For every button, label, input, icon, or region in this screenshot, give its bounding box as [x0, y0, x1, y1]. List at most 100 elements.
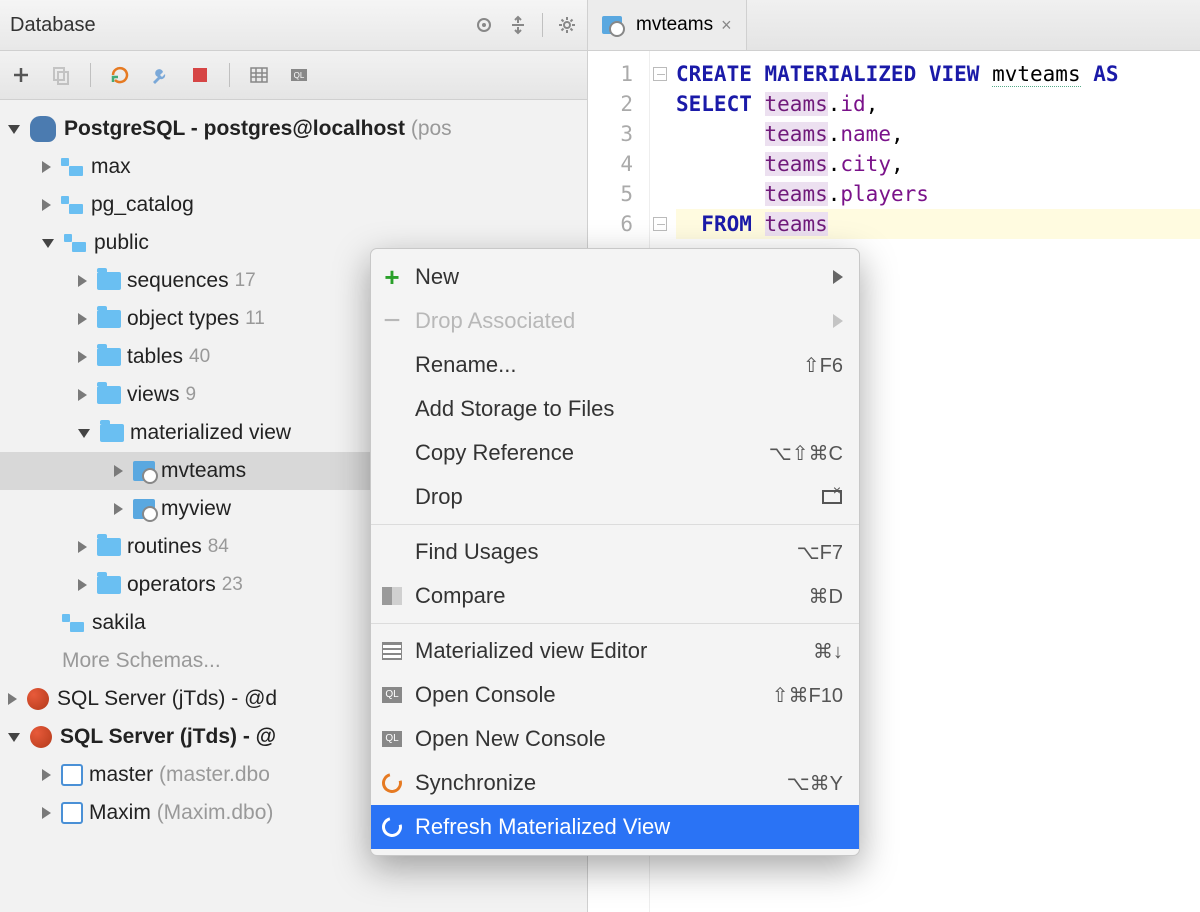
expand-arrow-icon[interactable] — [42, 807, 51, 819]
plus-icon: + — [381, 266, 403, 288]
menu-mv-editor[interactable]: Materialized view Editor ⌘↓ — [371, 629, 859, 673]
separator — [90, 63, 91, 87]
menu-copy-reference[interactable]: Copy Reference ⌥⇧⌘C — [371, 431, 859, 475]
node-suffix: (Maxim.dbo) — [157, 801, 274, 825]
node-label: master — [89, 763, 153, 787]
node-count: 23 — [222, 574, 243, 596]
context-menu: + New − Drop Associated Rename... ⇧F6 Ad… — [370, 248, 860, 856]
menu-open-new-console[interactable]: QL Open New Console — [371, 717, 859, 761]
refresh-icon — [381, 772, 403, 794]
schema-icon — [62, 614, 86, 632]
tab-label: mvteams — [636, 14, 713, 36]
tree-node-postgres[interactable]: PostgreSQL - postgres@localhost (pos — [0, 110, 587, 148]
menu-add-storage[interactable]: Add Storage to Files — [371, 387, 859, 431]
matview-icon — [133, 461, 155, 481]
shortcut: ⇧⌘F10 — [772, 683, 843, 708]
folder-icon — [97, 272, 121, 290]
sqlserver-icon — [30, 726, 52, 748]
schema-icon — [64, 234, 88, 252]
expand-arrow-icon[interactable] — [78, 351, 87, 363]
node-label: operators — [127, 573, 216, 597]
expand-arrow-icon[interactable] — [78, 275, 87, 287]
copy-icon[interactable] — [50, 64, 72, 86]
target-icon[interactable] — [474, 15, 494, 35]
expand-arrow-icon[interactable] — [78, 579, 87, 591]
expand-arrow-icon[interactable] — [78, 541, 87, 553]
expand-arrow-icon[interactable] — [78, 429, 90, 438]
stop-icon[interactable] — [189, 64, 211, 86]
node-count: 17 — [235, 270, 256, 292]
expand-arrow-icon[interactable] — [42, 161, 51, 173]
menu-new[interactable]: + New — [371, 255, 859, 299]
refresh-icon[interactable] — [109, 64, 131, 86]
menu-drop[interactable]: Drop — [371, 475, 859, 519]
node-label: pg_catalog — [91, 193, 194, 217]
tree-node-max[interactable]: max — [0, 148, 587, 186]
menu-rename[interactable]: Rename... ⇧F6 — [371, 343, 859, 387]
node-label: SQL Server (jTds) - @d — [57, 687, 277, 711]
shortcut: ⌘D — [809, 584, 843, 609]
menu-compare[interactable]: Compare ⌘D — [371, 574, 859, 618]
tab-mvteams[interactable]: mvteams × — [588, 0, 747, 50]
expand-arrow-icon[interactable] — [42, 239, 54, 248]
fold-icon[interactable] — [653, 217, 667, 231]
node-label: Maxim — [89, 801, 151, 825]
fold-icon[interactable] — [653, 67, 667, 81]
expand-arrow-icon[interactable] — [8, 693, 17, 705]
gear-icon[interactable] — [557, 15, 577, 35]
expand-arrow-icon[interactable] — [78, 389, 87, 401]
shortcut: ⌥⇧⌘C — [769, 441, 843, 466]
node-label: tables — [127, 345, 183, 369]
node-label: object types — [127, 307, 239, 331]
folder-icon — [97, 576, 121, 594]
sqlserver-icon — [27, 688, 49, 710]
shortcut: ⇧F6 — [803, 353, 843, 378]
submenu-arrow-icon — [833, 314, 843, 328]
toolbar: QL — [0, 51, 587, 100]
schema-icon — [61, 158, 85, 176]
expand-arrow-icon[interactable] — [8, 733, 20, 742]
close-icon[interactable]: × — [721, 15, 732, 36]
node-label: routines — [127, 535, 202, 559]
folder-icon — [97, 386, 121, 404]
separator — [542, 13, 543, 37]
sql-icon[interactable]: QL — [288, 64, 310, 86]
folder-icon — [100, 424, 124, 442]
menu-synchronize[interactable]: Synchronize ⌥⌘Y — [371, 761, 859, 805]
menu-find-usages[interactable]: Find Usages ⌥F7 — [371, 530, 859, 574]
node-label: PostgreSQL - postgres@localhost — [64, 117, 405, 141]
table-icon[interactable] — [248, 64, 270, 86]
menu-separator — [371, 623, 859, 624]
compare-icon — [381, 585, 403, 607]
postgresql-icon — [30, 116, 56, 142]
node-label: sakila — [92, 611, 146, 635]
expand-arrow-icon[interactable] — [78, 313, 87, 325]
add-icon[interactable] — [10, 64, 32, 86]
expand-arrow-icon[interactable] — [42, 769, 51, 781]
expand-arrow-icon[interactable] — [114, 503, 123, 515]
tree-node-pgcatalog[interactable]: pg_catalog — [0, 186, 587, 224]
panel-title: Database — [10, 14, 96, 37]
expand-arrow-icon[interactable] — [114, 465, 123, 477]
node-label: max — [91, 155, 131, 179]
expand-arrow-icon[interactable] — [8, 125, 20, 134]
folder-icon — [97, 310, 121, 328]
matview-icon — [602, 16, 622, 34]
expand-arrow-icon[interactable] — [42, 199, 51, 211]
refresh-icon — [381, 816, 403, 838]
menu-open-console[interactable]: QL Open Console ⇧⌘F10 — [371, 673, 859, 717]
database-icon — [61, 764, 83, 786]
folder-icon — [97, 538, 121, 556]
split-icon[interactable] — [508, 15, 528, 35]
node-label: public — [94, 231, 149, 255]
folder-icon — [97, 348, 121, 366]
wrench-icon[interactable] — [149, 64, 171, 86]
menu-refresh-materialized-view[interactable]: Refresh Materialized View — [371, 805, 859, 849]
node-label: views — [127, 383, 180, 407]
node-label: More Schemas... — [62, 649, 221, 673]
shortcut: ⌥F7 — [797, 540, 843, 565]
table-icon — [381, 640, 403, 662]
node-label: SQL Server (jTds) - @ — [60, 725, 276, 749]
shortcut: ⌥⌘Y — [787, 771, 843, 796]
minus-icon: − — [381, 310, 403, 332]
